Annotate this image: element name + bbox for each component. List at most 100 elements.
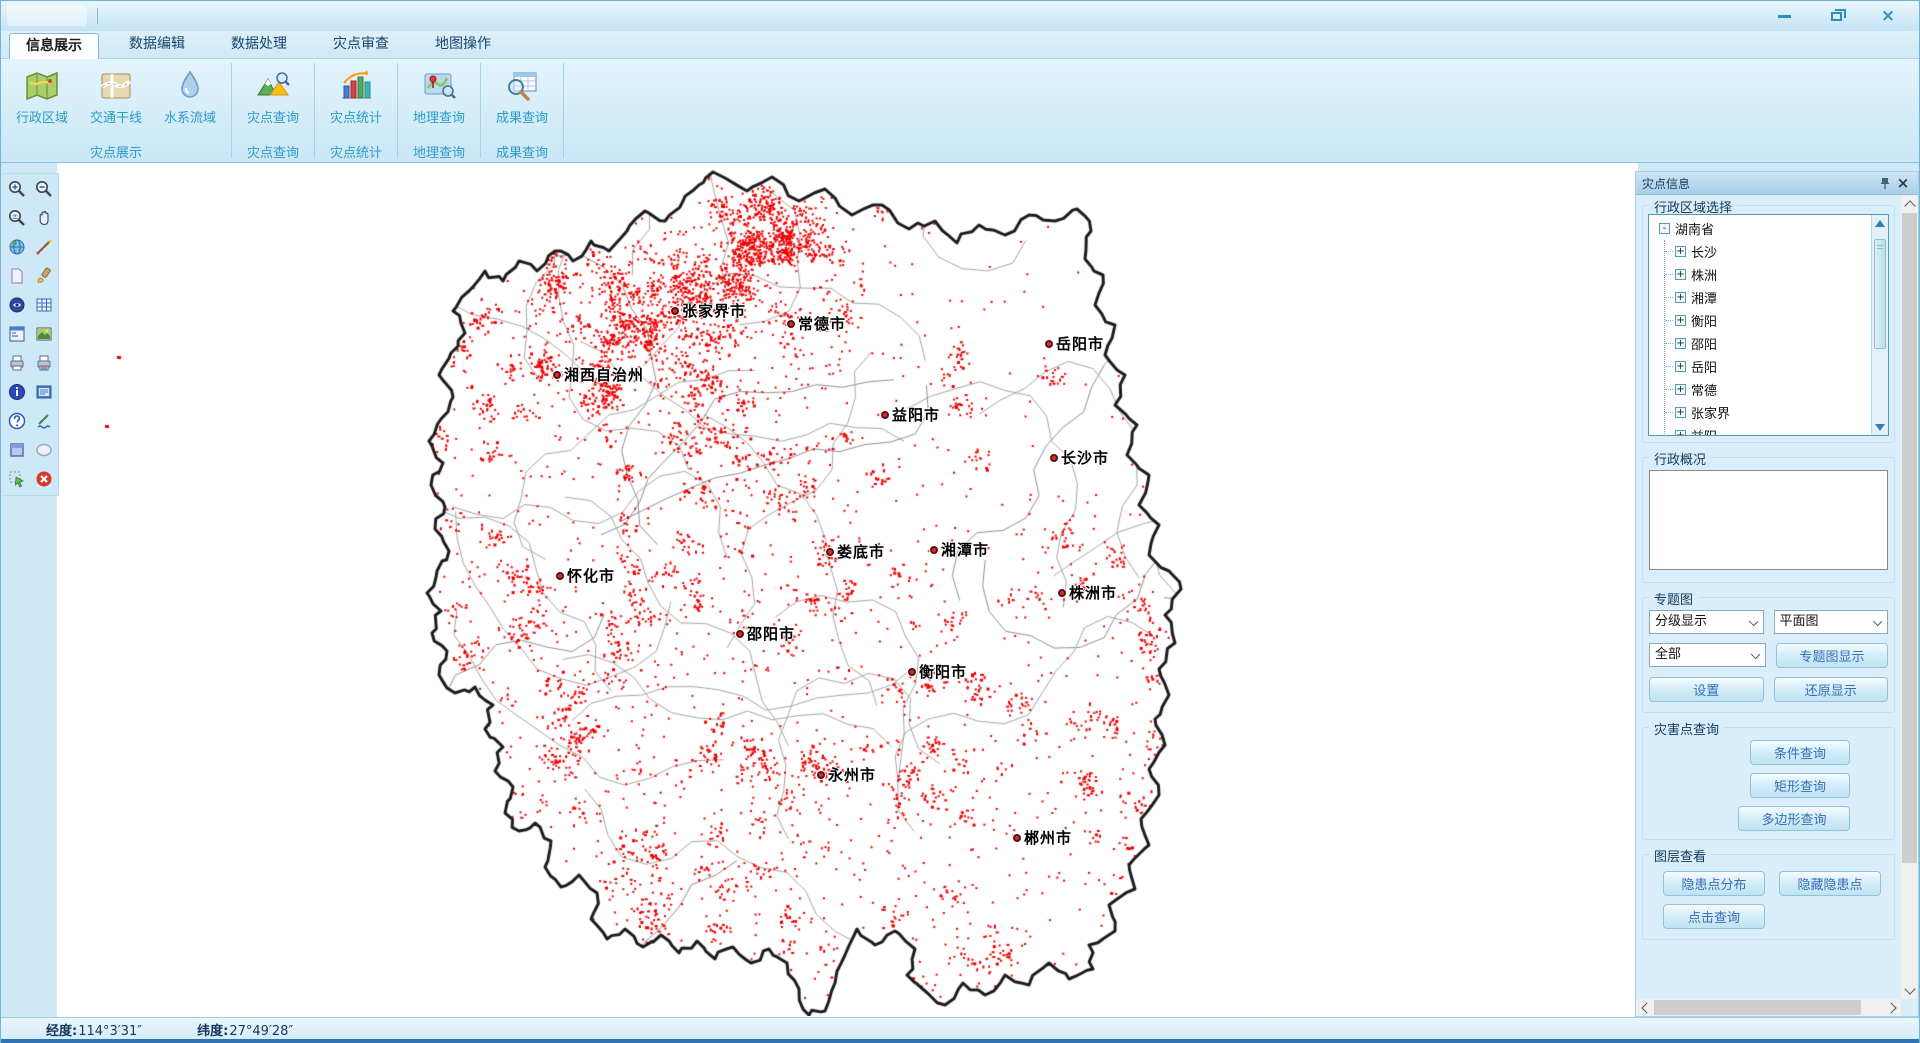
- image-view-tool[interactable]: [31, 322, 56, 345]
- admin-region-button[interactable]: 行政区域: [5, 61, 79, 142]
- brush-tool[interactable]: [31, 264, 56, 287]
- select-tool[interactable]: [4, 467, 29, 490]
- expand-icon[interactable]: +: [1675, 407, 1686, 418]
- tree-node-city[interactable]: +常德: [1675, 378, 1871, 401]
- brush-icon: [34, 266, 54, 286]
- scroll-thumb[interactable]: [1874, 239, 1886, 349]
- scroll-down-icon[interactable]: [1901, 982, 1918, 999]
- scroll-down-icon[interactable]: [1872, 419, 1888, 435]
- tree-node-city[interactable]: +益阳: [1675, 424, 1871, 436]
- print-preview-tool[interactable]: [31, 351, 56, 374]
- zoom-in-tool[interactable]: [4, 177, 29, 200]
- tree-node-province[interactable]: - 湖南省: [1659, 217, 1871, 240]
- eagle-eye-tool[interactable]: [4, 293, 29, 316]
- attribute-table-tool[interactable]: [31, 293, 56, 316]
- tree-node-label: 长沙: [1691, 242, 1717, 261]
- panel-tool[interactable]: [31, 380, 56, 403]
- click-query-button[interactable]: 点击查询: [1663, 904, 1765, 929]
- expand-icon[interactable]: +: [1675, 269, 1686, 280]
- scroll-left-icon[interactable]: [1636, 999, 1653, 1016]
- close-button[interactable]: ×: [1875, 6, 1901, 26]
- overview-textarea[interactable]: [1649, 470, 1888, 570]
- ellipse-tool[interactable]: [31, 438, 56, 461]
- tree-scrollbar[interactable]: [1871, 215, 1888, 435]
- restore-button[interactable]: [1823, 6, 1849, 26]
- condition-query-button[interactable]: 条件查询: [1750, 740, 1850, 765]
- scroll-thumb[interactable]: [1654, 1000, 1861, 1015]
- tab-point-review[interactable]: 灾点审查: [317, 32, 405, 58]
- hide-hazard-button[interactable]: 隐藏隐患点: [1779, 871, 1881, 896]
- frame-tool[interactable]: [4, 438, 29, 461]
- zoom-out-tool[interactable]: [31, 177, 56, 200]
- scroll-right-icon[interactable]: [1884, 999, 1901, 1016]
- title-bar: ×: [1, 1, 1919, 31]
- water-system-button[interactable]: 水系流域: [153, 61, 227, 142]
- restore-display-button[interactable]: 还原显示: [1774, 677, 1889, 702]
- disaster-stats-button[interactable]: 灾点统计: [319, 61, 393, 142]
- thematic-show-button[interactable]: 专题图显示: [1776, 643, 1888, 668]
- ellipse-icon: [34, 440, 54, 460]
- tab-data-process[interactable]: 数据处理: [215, 32, 303, 58]
- expand-icon[interactable]: +: [1675, 361, 1686, 372]
- ribbon-group-label: 灾点统计: [319, 142, 393, 162]
- panel-horizontal-scrollbar[interactable]: [1636, 999, 1901, 1016]
- help-tool[interactable]: [4, 409, 29, 432]
- zoom-extent-tool[interactable]: ±: [4, 206, 29, 229]
- plane-map-select[interactable]: 平面图: [1774, 610, 1889, 634]
- print-preview-icon: [34, 353, 54, 373]
- close-tool[interactable]: [31, 467, 56, 490]
- tab-data-edit[interactable]: 数据编辑: [113, 32, 201, 58]
- tab-info-display[interactable]: 信息展示: [9, 33, 99, 59]
- window-bottom-edge: [1, 1039, 1919, 1043]
- scroll-up-icon[interactable]: [1872, 215, 1888, 231]
- info-tool[interactable]: [4, 380, 29, 403]
- rectangle-query-button[interactable]: 矩形查询: [1750, 773, 1850, 798]
- expand-icon[interactable]: +: [1675, 315, 1686, 326]
- sketch-tool[interactable]: [31, 409, 56, 432]
- button-label: 灾点统计: [330, 107, 382, 126]
- tab-map-operate[interactable]: 地图操作: [419, 32, 507, 58]
- app-window: × 信息展示 数据编辑 数据处理 灾点审查 地图操作 行政区域: [0, 0, 1920, 1043]
- pan-tool[interactable]: [31, 206, 56, 229]
- tree-node-city[interactable]: +岳阳: [1675, 355, 1871, 378]
- expand-icon[interactable]: +: [1675, 384, 1686, 395]
- settings-button[interactable]: 设置: [1649, 677, 1764, 702]
- zoom-out-icon: [34, 179, 54, 199]
- shape-tool[interactable]: [4, 264, 29, 287]
- group-label: 图层查看: [1649, 846, 1711, 865]
- tree-node-city[interactable]: +衡阳: [1675, 309, 1871, 332]
- geo-query-button[interactable]: 地理查询: [402, 61, 476, 142]
- quick-access-toolbar[interactable]: [7, 5, 87, 26]
- collapse-icon[interactable]: -: [1659, 223, 1670, 234]
- traffic-lines-button[interactable]: 交通干线: [79, 61, 153, 142]
- scroll-thumb[interactable]: [1902, 213, 1917, 863]
- disaster-query-button[interactable]: 灾点查询: [236, 61, 310, 142]
- print-tool[interactable]: [4, 351, 29, 374]
- minimize-button[interactable]: [1771, 6, 1797, 26]
- combo-value: 全部: [1655, 647, 1681, 662]
- panel-close-button[interactable]: ×: [1894, 174, 1912, 192]
- map-canvas[interactable]: [57, 163, 1636, 1016]
- expand-icon[interactable]: +: [1675, 246, 1686, 257]
- globe-tool[interactable]: [4, 235, 29, 258]
- panel-vertical-scrollbar[interactable]: [1901, 195, 1918, 999]
- expand-icon[interactable]: +: [1675, 292, 1686, 303]
- tree-node-city[interactable]: +湘潭: [1675, 286, 1871, 309]
- chevron-down-icon: [1873, 617, 1882, 626]
- scroll-up-icon[interactable]: [1901, 195, 1918, 212]
- grade-display-select[interactable]: 分级显示: [1649, 610, 1764, 634]
- tree-node-city[interactable]: +张家界: [1675, 401, 1871, 424]
- expand-icon[interactable]: +: [1675, 430, 1686, 436]
- all-types-select[interactable]: 全部: [1649, 643, 1766, 667]
- expand-icon[interactable]: +: [1675, 338, 1686, 349]
- hazard-distribution-button[interactable]: 隐患点分布: [1663, 871, 1765, 896]
- legend-tool[interactable]: [4, 322, 29, 345]
- polygon-query-button[interactable]: 多边形查询: [1738, 806, 1850, 831]
- pin-button[interactable]: [1876, 174, 1894, 192]
- map-pin-search-icon: [421, 65, 457, 107]
- tree-node-city[interactable]: +株洲: [1675, 263, 1871, 286]
- result-query-button[interactable]: 成果查询: [485, 61, 559, 142]
- measure-tool[interactable]: [31, 235, 56, 258]
- tree-node-city[interactable]: + 长沙: [1675, 240, 1871, 263]
- tree-node-city[interactable]: +邵阳: [1675, 332, 1871, 355]
